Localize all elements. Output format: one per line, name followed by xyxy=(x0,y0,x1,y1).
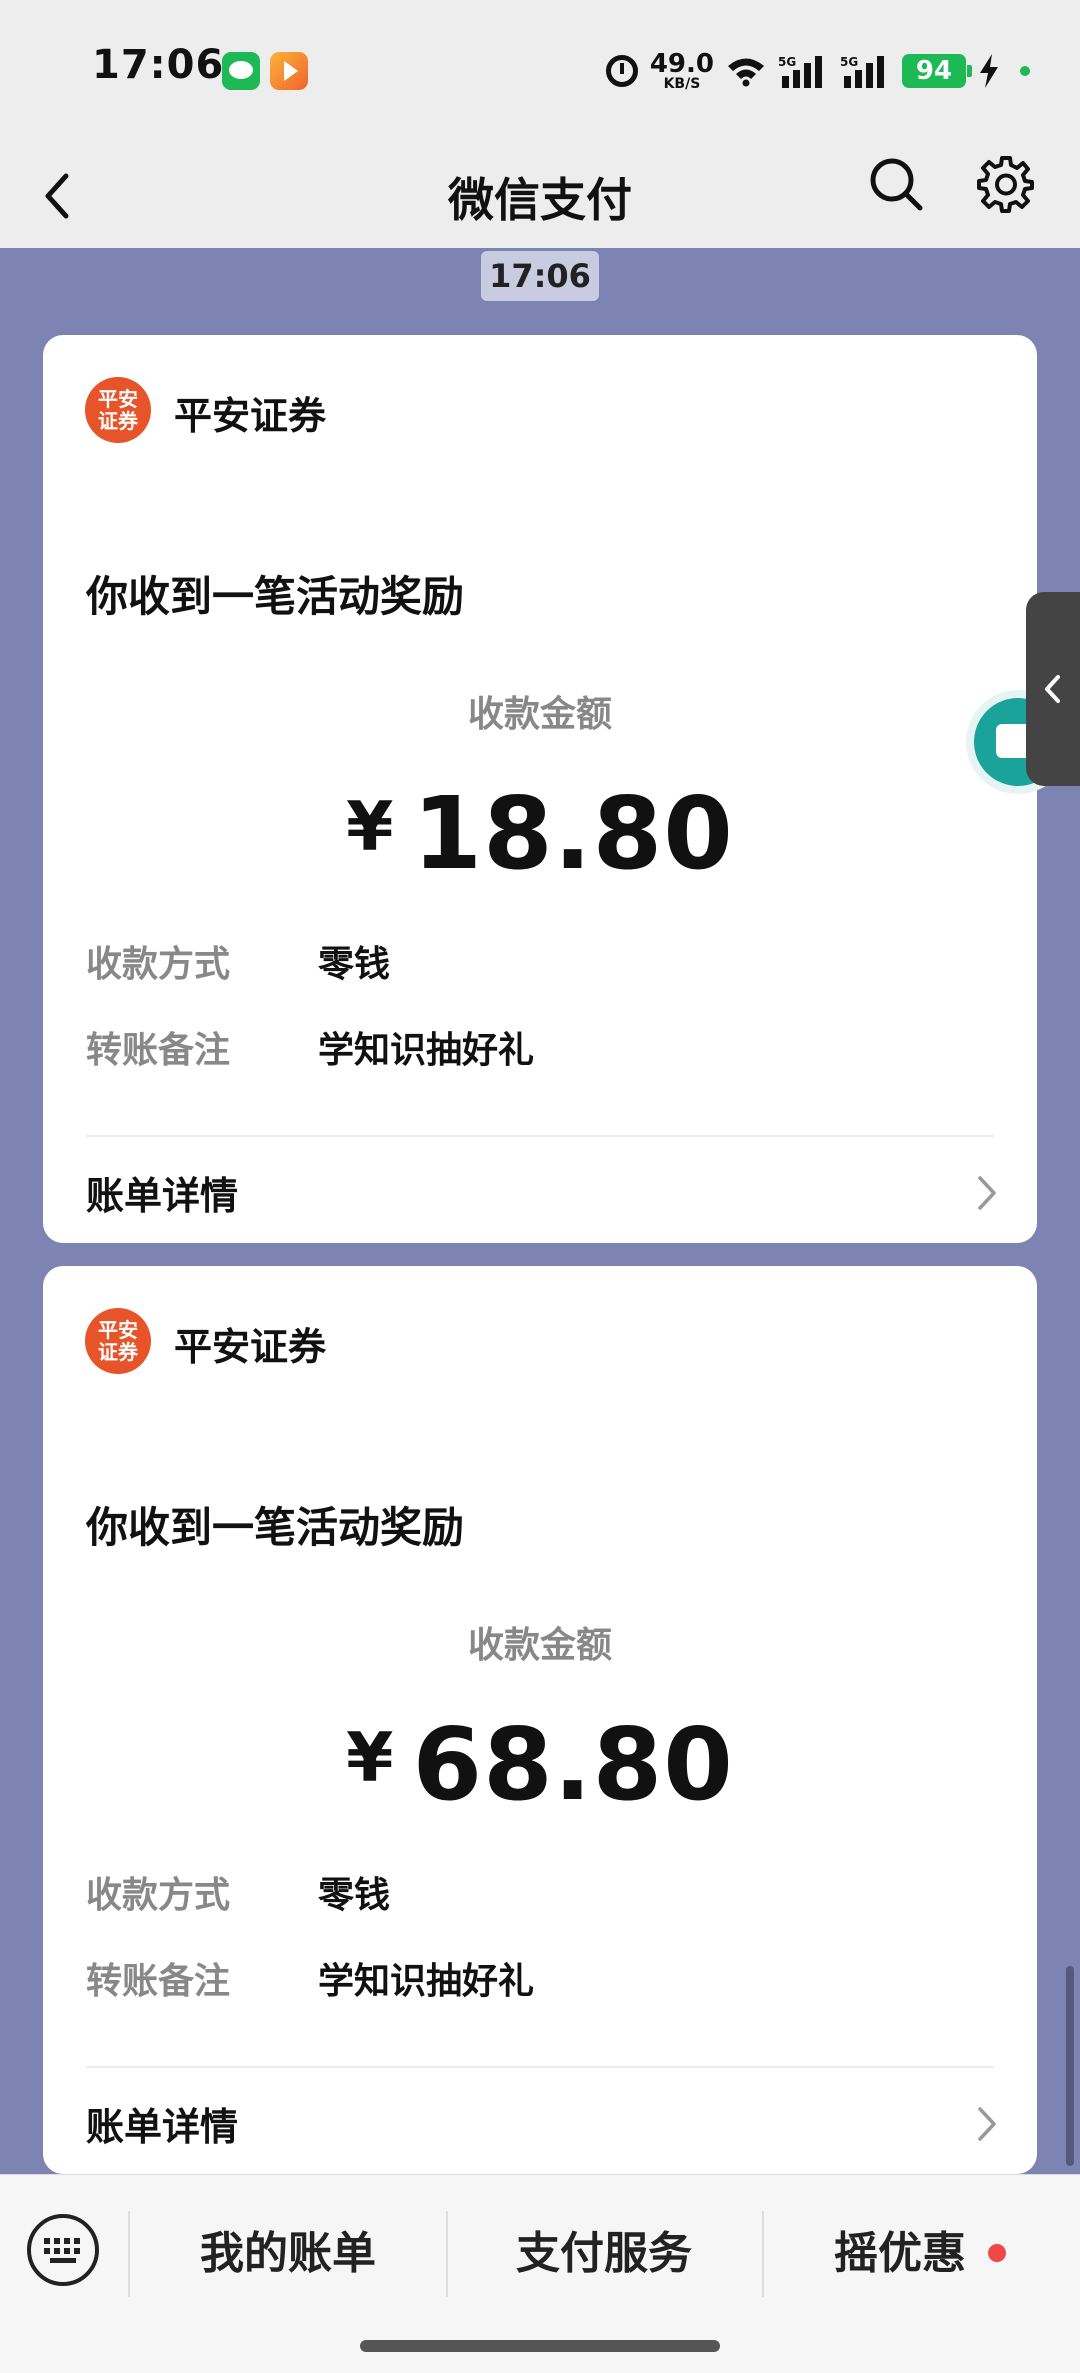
alarm-icon xyxy=(605,55,638,87)
privacy-dot xyxy=(1020,66,1030,76)
field-row: 收款方式 零钱 xyxy=(86,935,390,987)
payment-notification-card[interactable]: 平安证券 平安证券 你收到一笔活动奖励 收款金额 ¥18.80 收款方式 零钱 … xyxy=(43,335,1037,1243)
charging-bolt-icon xyxy=(980,54,998,88)
currency-symbol: ¥ xyxy=(346,788,395,867)
bill-details-link[interactable]: 账单详情 xyxy=(86,2096,238,2151)
menu-my-bills[interactable]: 我的账单 xyxy=(130,2211,446,2297)
menu-label: 摇优惠 xyxy=(834,2228,966,2279)
field-value: 学知识抽好礼 xyxy=(318,1961,535,2002)
field-value: 零钱 xyxy=(318,1875,391,1916)
signal-5g-icon: 5G xyxy=(778,55,822,88)
merchant-logo: 平安证券 xyxy=(85,1308,151,1374)
message-timestamp: 17:06 xyxy=(481,251,599,301)
field-row: 转账备注 学知识抽好礼 xyxy=(86,1021,534,1073)
divider xyxy=(86,2066,994,2068)
field-key: 转账备注 xyxy=(86,1030,231,1071)
field-value: 学知识抽好礼 xyxy=(318,1030,535,1071)
status-time: 17:06 xyxy=(92,42,225,88)
amount-number: 18.80 xyxy=(412,775,734,892)
notification-dot xyxy=(988,2244,1006,2262)
menu-payment-services[interactable]: 支付服务 xyxy=(446,2211,762,2297)
merchant-name: 平安证券 xyxy=(174,394,327,438)
network-speed: 49.0 KB/S xyxy=(650,51,714,91)
payment-notification-card[interactable]: 平安证券 平安证券 你收到一笔活动奖励 收款金额 ¥68.80 收款方式 零钱 … xyxy=(43,1266,1037,2174)
field-key: 收款方式 xyxy=(86,1875,231,1916)
merchant-name: 平安证券 xyxy=(174,1325,327,1369)
search-icon[interactable] xyxy=(868,156,924,212)
amount-value: ¥68.80 xyxy=(43,1706,1037,1823)
merchant-logo-text: 平安证券 xyxy=(98,387,138,433)
video-app-icon xyxy=(270,52,308,90)
amount-label: 收款金额 xyxy=(467,1625,612,1666)
signal-label: 5G xyxy=(840,55,858,69)
network-speed-value: 49.0 xyxy=(649,49,714,79)
screen: 17:06 49.0 KB/S 5G 5G 94 微信支付 17:06 平安证券… xyxy=(0,0,1080,2373)
network-speed-unit: KB/S xyxy=(663,76,701,92)
notification-title: 你收到一笔活动奖励 xyxy=(86,1503,465,1552)
home-indicator[interactable] xyxy=(360,2340,720,2352)
status-bar: 17:06 49.0 KB/S 5G 5G 94 xyxy=(0,0,1080,142)
field-key: 收款方式 xyxy=(86,944,231,985)
menu-label: 支付服务 xyxy=(516,2228,692,2279)
amount-value: ¥18.80 xyxy=(43,775,1037,892)
field-row: 收款方式 零钱 xyxy=(86,1866,390,1918)
currency-symbol: ¥ xyxy=(346,1719,395,1798)
wechat-icon xyxy=(222,52,260,90)
divider xyxy=(86,1135,994,1137)
bill-details-link[interactable]: 账单详情 xyxy=(86,1165,238,1220)
menu-shake-deals[interactable]: 摇优惠 xyxy=(762,2211,1078,2297)
merchant-logo: 平安证券 xyxy=(85,377,151,443)
field-row: 转账备注 学知识抽好礼 xyxy=(86,1952,534,2004)
amount-number: 68.80 xyxy=(412,1706,734,1823)
status-indicators: 49.0 KB/S 5G 5G 94 xyxy=(605,48,1030,94)
field-key: 转账备注 xyxy=(86,1961,231,2002)
field-value: 零钱 xyxy=(318,944,391,985)
signal-label: 5G xyxy=(778,55,796,69)
notification-title: 你收到一笔活动奖励 xyxy=(86,572,465,621)
gear-icon[interactable] xyxy=(976,154,1036,214)
chevron-left-icon xyxy=(1045,675,1060,703)
chevron-right-icon xyxy=(978,1176,996,1210)
battery-indicator: 94 xyxy=(902,54,972,88)
wifi-icon xyxy=(728,58,764,87)
signal-5g-icon: 5G xyxy=(840,55,884,88)
side-panel-handle[interactable] xyxy=(1026,592,1080,786)
amount-label: 收款金额 xyxy=(467,694,612,735)
keyboard-icon[interactable] xyxy=(24,2211,102,2289)
scrollbar[interactable] xyxy=(1066,1966,1074,2166)
merchant-logo-text: 平安证券 xyxy=(98,1318,138,1364)
nav-bar: 微信支付 xyxy=(0,142,1080,248)
chevron-right-icon xyxy=(978,2107,996,2141)
menu-label: 我的账单 xyxy=(200,2228,376,2279)
